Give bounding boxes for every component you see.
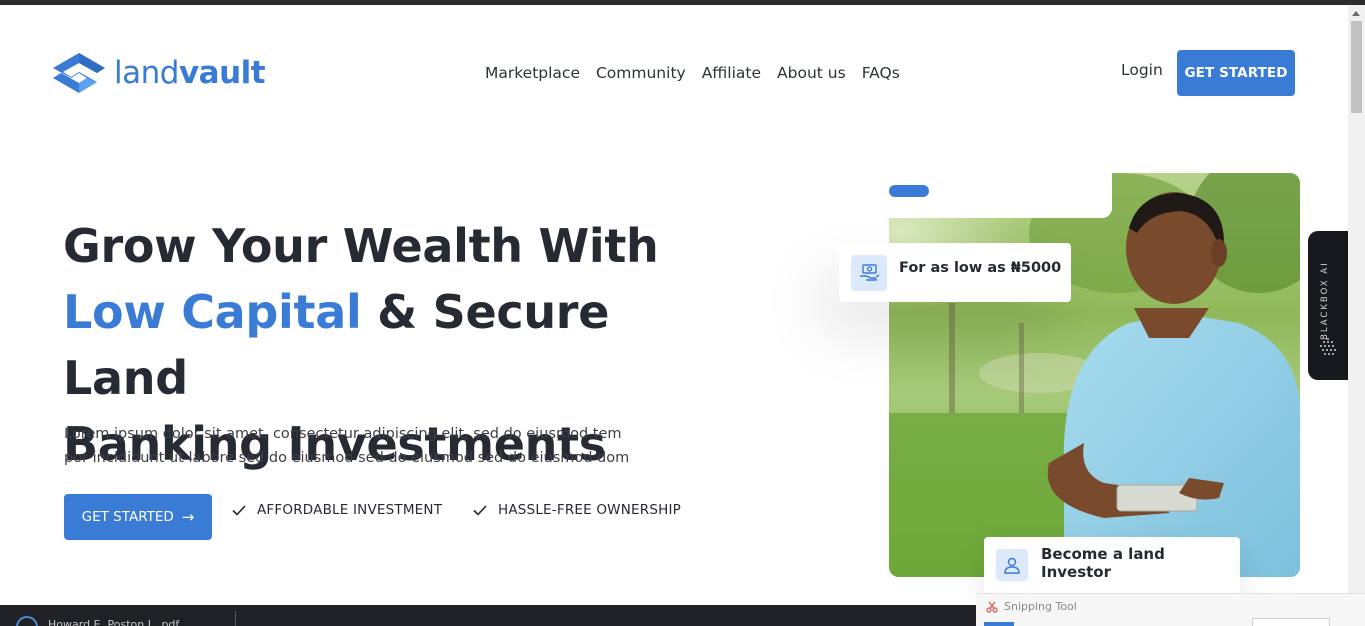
investor-card[interactable]: Become a land Investor: [984, 537, 1240, 593]
pdf-app-icon: [16, 616, 38, 626]
blackbox-logo-icon: [1320, 338, 1336, 355]
scroll-up-arrow-icon[interactable]: [1352, 11, 1360, 16]
snip-accent-bar: [984, 622, 1014, 626]
feature-affordable: AFFORDABLE INVESTMENT: [231, 502, 442, 518]
taskbar-divider: [235, 611, 236, 626]
logo-text-bold: vault: [178, 55, 266, 91]
price-card: For as low as ₦5000: [839, 243, 1071, 302]
feature-label: HASSLE-FREE OWNERSHIP: [498, 502, 681, 518]
logo-text-light: land: [114, 55, 179, 91]
snip-action-button[interactable]: [1252, 618, 1330, 626]
decorative-pill: [889, 185, 929, 197]
snipping-tool-label: Snipping Tool: [1004, 600, 1077, 613]
hero-title-line1: Grow Your Wealth With: [63, 219, 659, 273]
blackbox-label: BLACKBOX AI: [1320, 261, 1330, 340]
check-icon: [232, 505, 246, 516]
price-text: For as low as ₦5000: [899, 259, 1062, 276]
header-get-started-button[interactable]: GET STARTED: [1177, 50, 1295, 96]
landvault-logo[interactable]: landvault: [51, 51, 266, 95]
nav-community[interactable]: Community: [596, 64, 686, 82]
hero-photo: [889, 173, 1300, 577]
check-icon: [473, 505, 487, 516]
browser-top-edge: [0, 0, 1365, 5]
main-nav: Marketplace Community Affiliate About us…: [485, 64, 900, 82]
feature-hassle-free: HASSLE-FREE OWNERSHIP: [472, 502, 681, 518]
taskbar-file-item[interactable]: Howard E. Poston I...pdf: [16, 616, 179, 626]
login-link[interactable]: Login: [1121, 61, 1163, 79]
hero-title-accent: Low Capital: [63, 285, 362, 339]
taskbar-file-label: Howard E. Poston I...pdf: [48, 617, 180, 626]
feature-label: AFFORDABLE INVESTMENT: [257, 502, 443, 518]
nav-marketplace[interactable]: Marketplace: [485, 64, 580, 82]
snipping-tool-notification[interactable]: Snipping Tool: [976, 593, 1365, 626]
hero-cta-label: GET STARTED: [81, 509, 174, 525]
user-icon: [996, 549, 1028, 581]
nav-faqs[interactable]: FAQs: [862, 64, 900, 82]
arrow-right-icon: →: [181, 508, 195, 526]
hero-description: Lorem ipsum dolor sit amet, consectetur …: [64, 422, 634, 470]
hero-get-started-button[interactable]: GET STARTED →: [64, 494, 212, 540]
nav-about-us[interactable]: About us: [777, 64, 846, 82]
hero-description-line1: Lorem ipsum dolor sit amet, consectetur …: [64, 426, 622, 442]
scroll-thumb[interactable]: [1351, 21, 1362, 113]
nav-affiliate[interactable]: Affiliate: [702, 64, 761, 82]
scissors-icon: [986, 601, 998, 613]
vertical-scrollbar[interactable]: [1348, 5, 1365, 605]
investor-text: Become a land Investor: [1041, 545, 1165, 581]
money-hand-icon: [851, 254, 887, 291]
logo-wordmark: landvault: [114, 55, 266, 91]
landvault-logo-icon: [53, 53, 105, 93]
hero-description-line2: por incididunt ut labore sed do eiusmod …: [64, 450, 630, 466]
